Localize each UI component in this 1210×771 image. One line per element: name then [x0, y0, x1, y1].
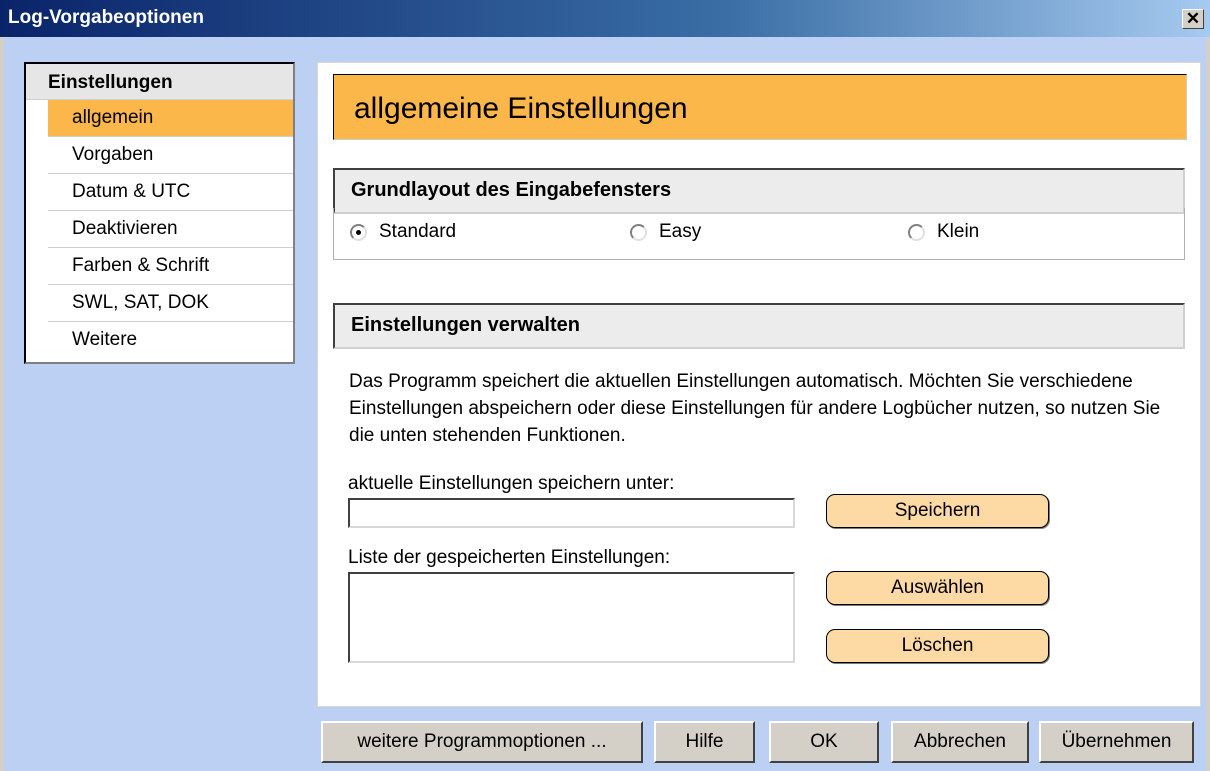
- nav-item-allgemein[interactable]: allgemein: [48, 100, 293, 137]
- save-as-label: aktuelle Einstellungen speichern unter:: [348, 473, 675, 494]
- nav-item-deaktivieren[interactable]: Deaktivieren: [48, 211, 293, 248]
- manage-description: Das Programm speichert die aktuellen Ein…: [349, 371, 1161, 446]
- page-title: allgemeine Einstellungen: [354, 92, 688, 125]
- radio-standard-label: Standard: [379, 221, 457, 242]
- select-button[interactable]: Auswählen: [826, 571, 1049, 605]
- manage-group-header: Einstellungen verwalten: [333, 303, 1185, 349]
- nav-item-weitere[interactable]: Weitere: [48, 322, 293, 359]
- nav-item-datum-utc[interactable]: Datum & UTC: [48, 174, 293, 211]
- radio-klein[interactable]: Klein: [908, 221, 979, 243]
- radio-unchecked-icon: [908, 223, 925, 241]
- save-button[interactable]: Speichern: [826, 494, 1049, 528]
- settings-panel: allgemeine Einstellungen Grundlayout des…: [317, 62, 1201, 707]
- delete-button[interactable]: Löschen: [826, 629, 1049, 663]
- apply-button[interactable]: Übernehmen: [1039, 721, 1194, 763]
- nav-header: Einstellungen: [26, 64, 293, 100]
- radio-standard[interactable]: Standard: [350, 221, 456, 243]
- title-bar[interactable]: Log-Vorgabeoptionen ✕: [0, 0, 1210, 37]
- cancel-button[interactable]: Abbrechen: [891, 721, 1029, 763]
- page-header: allgemeine Einstellungen: [333, 74, 1187, 140]
- radio-klein-label: Klein: [937, 221, 980, 242]
- window-title: Log-Vorgabeoptionen: [8, 7, 204, 28]
- save-name-input[interactable]: [348, 498, 795, 528]
- radio-checked-icon: [350, 223, 367, 241]
- ok-button[interactable]: OK: [769, 721, 879, 763]
- radio-unchecked-icon: [630, 223, 647, 241]
- layout-options: Standard Easy Klein: [333, 208, 1185, 260]
- nav-item-swl-sat-dok[interactable]: SWL, SAT, DOK: [48, 285, 293, 322]
- saved-settings-list[interactable]: [348, 572, 795, 663]
- help-button[interactable]: Hilfe: [654, 721, 755, 763]
- saved-list-label: Liste der gespeicherten Einstellungen:: [348, 547, 671, 568]
- more-options-button[interactable]: weitere Programmoptionen ...: [321, 721, 643, 763]
- layout-group-title: Grundlayout des Eingabefensters: [351, 179, 672, 201]
- radio-easy-label: Easy: [659, 221, 702, 242]
- close-icon: ✕: [1185, 9, 1201, 28]
- close-button[interactable]: ✕: [1182, 9, 1204, 29]
- radio-easy[interactable]: Easy: [630, 221, 701, 243]
- settings-nav: Einstellungen allgemein Vorgaben Datum &…: [24, 62, 295, 364]
- manage-group-title: Einstellungen verwalten: [351, 314, 580, 336]
- nav-item-vorgaben[interactable]: Vorgaben: [48, 137, 293, 174]
- nav-item-farben-schrift[interactable]: Farben & Schrift: [48, 248, 293, 285]
